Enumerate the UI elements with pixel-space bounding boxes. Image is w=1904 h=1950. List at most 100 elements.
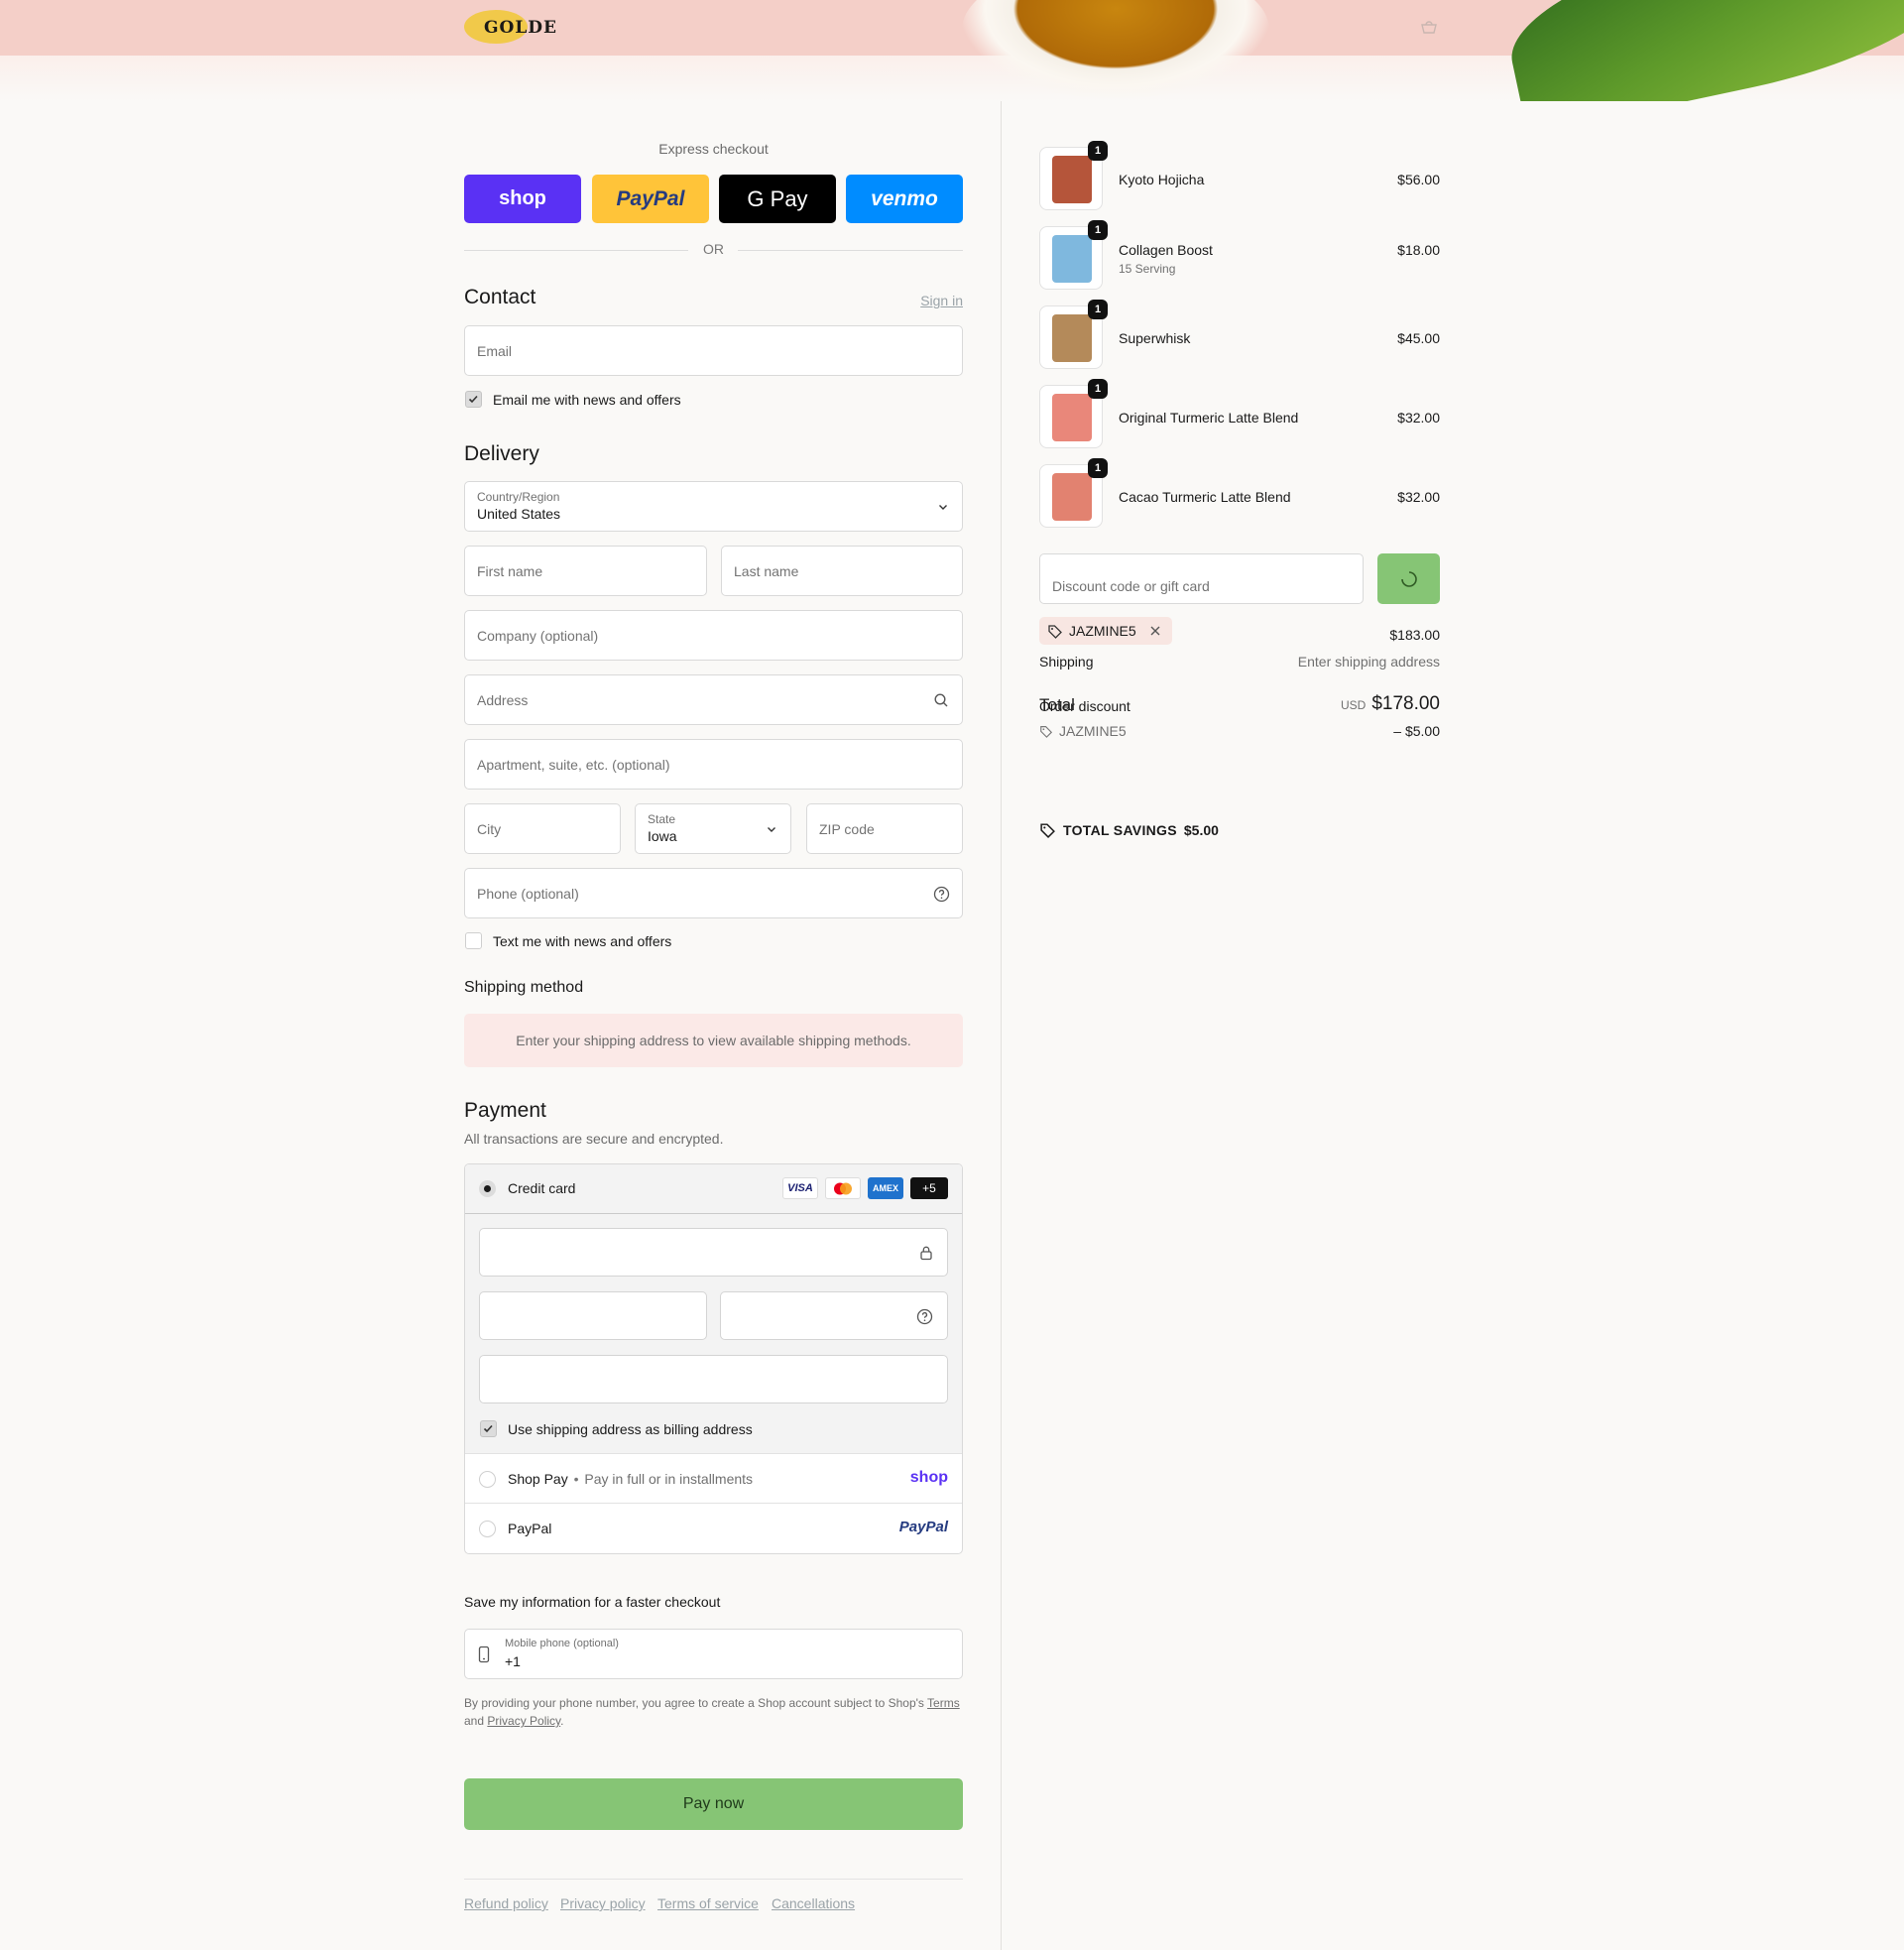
terms-link[interactable]: Terms bbox=[927, 1696, 960, 1710]
city-field[interactable]: City bbox=[464, 803, 621, 854]
venmo-button[interactable]: venmo bbox=[846, 175, 963, 223]
card-number-field[interactable] bbox=[479, 1228, 948, 1277]
country-select[interactable]: Country/Region United States bbox=[464, 481, 963, 532]
item-name: Original Turmeric Latte Blend bbox=[1119, 410, 1299, 426]
logo[interactable]: GOLDE bbox=[464, 10, 573, 46]
credit-card-option[interactable]: Credit card VISA AMEX +5 bbox=[465, 1164, 962, 1214]
item-name: Superwhisk bbox=[1119, 330, 1191, 346]
security-code-field[interactable] bbox=[720, 1291, 948, 1340]
footer-divider bbox=[464, 1879, 963, 1880]
mobile-phone-field[interactable]: Mobile phone (optional) +1 bbox=[464, 1629, 963, 1679]
column-divider bbox=[1001, 101, 1002, 1950]
lock-icon bbox=[920, 1246, 932, 1261]
shop-pay-radio[interactable] bbox=[479, 1471, 496, 1488]
paypal-radio[interactable] bbox=[479, 1521, 496, 1537]
shop-pay-logo: shop bbox=[909, 1469, 948, 1486]
check-icon bbox=[468, 395, 478, 404]
legal-text-part-1: By providing your phone number, you agre… bbox=[464, 1696, 924, 1710]
name-on-card-field[interactable] bbox=[479, 1355, 948, 1403]
total-savings-value: $5.00 bbox=[1183, 821, 1219, 838]
paypal-button[interactable]: PayPal bbox=[592, 175, 709, 223]
zip-field[interactable]: ZIP code bbox=[806, 803, 963, 854]
cancellations-link[interactable]: Cancellations bbox=[772, 1895, 855, 1911]
payment-methods: Credit card VISA AMEX +5 Use shipping ad… bbox=[464, 1163, 963, 1554]
credit-card-radio[interactable] bbox=[479, 1180, 496, 1197]
help-icon[interactable] bbox=[933, 886, 950, 903]
product-image bbox=[1052, 235, 1092, 283]
item-price: $32.00 bbox=[1397, 489, 1440, 505]
sms-checkbox[interactable] bbox=[465, 932, 482, 949]
or-divider: OR bbox=[464, 240, 963, 260]
mastercard-icon bbox=[825, 1177, 861, 1199]
first-name-field[interactable]: First name bbox=[464, 546, 707, 596]
help-icon[interactable] bbox=[916, 1308, 933, 1325]
company-placeholder: Company (optional) bbox=[477, 628, 599, 644]
phone-placeholder: Phone (optional) bbox=[477, 886, 579, 902]
venmo-label: venmo bbox=[871, 186, 938, 210]
line-item: 1 Collagen Boost 15 Serving $18.00 bbox=[1039, 220, 1440, 292]
paypal-label: PayPal bbox=[616, 186, 685, 210]
total-savings: TOTAL SAVINGS $5.00 bbox=[1039, 821, 1219, 838]
paypal-option[interactable]: PayPal PayPal bbox=[465, 1504, 962, 1553]
apply-discount-button[interactable] bbox=[1377, 553, 1440, 604]
sign-in-link[interactable]: Sign in bbox=[920, 293, 963, 308]
refund-policy-link[interactable]: Refund policy bbox=[464, 1895, 548, 1911]
remove-discount-icon[interactable] bbox=[1148, 624, 1162, 638]
shop-pay-button[interactable]: shop bbox=[464, 175, 581, 223]
contact-heading: Contact bbox=[464, 286, 536, 308]
item-price: $18.00 bbox=[1397, 242, 1440, 258]
apartment-field[interactable]: Apartment, suite, etc. (optional) bbox=[464, 739, 963, 790]
pay-now-label: Pay now bbox=[682, 1795, 745, 1812]
expiration-field[interactable] bbox=[479, 1291, 707, 1340]
last-name-field[interactable]: Last name bbox=[721, 546, 963, 596]
cart-icon[interactable] bbox=[1420, 20, 1438, 34]
shop-legal-text: By providing your phone number, you agre… bbox=[464, 1694, 963, 1730]
email-field[interactable]: Email bbox=[464, 325, 963, 376]
state-label: State bbox=[648, 812, 676, 826]
line-item: 1 Superwhisk $45.00 bbox=[1039, 300, 1440, 371]
zip-placeholder: ZIP code bbox=[819, 821, 875, 837]
shop-pay-option[interactable]: Shop Pay • Pay in full or in installment… bbox=[465, 1454, 962, 1504]
country-label: Country/Region bbox=[477, 490, 560, 504]
google-pay-button[interactable]: G Pay bbox=[719, 175, 836, 223]
line-item: 1 Kyoto Hojicha $56.00 bbox=[1039, 141, 1440, 212]
newsletter-checkbox[interactable] bbox=[465, 391, 482, 408]
address-field[interactable]: Address bbox=[464, 674, 963, 725]
line-item: 1 Cacao Turmeric Latte Blend $32.00 bbox=[1039, 458, 1440, 530]
billing-same-label: Use shipping address as billing address bbox=[508, 1421, 753, 1437]
address-placeholder: Address bbox=[477, 692, 529, 708]
discount-code-field[interactable]: Discount code or gift card bbox=[1039, 553, 1364, 604]
card-details-area: Use shipping address as billing address bbox=[465, 1214, 962, 1454]
last-name-placeholder: Last name bbox=[734, 563, 799, 579]
line-item: 1 Original Turmeric Latte Blend $32.00 bbox=[1039, 379, 1440, 450]
logo-text: GOLDE bbox=[484, 18, 557, 38]
pay-now-button[interactable]: Pay now bbox=[464, 1778, 963, 1830]
item-variant: 15 Serving bbox=[1119, 262, 1176, 276]
item-price: $32.00 bbox=[1397, 410, 1440, 426]
apartment-placeholder: Apartment, suite, etc. (optional) bbox=[477, 757, 670, 773]
city-placeholder: City bbox=[477, 821, 502, 837]
phone-field[interactable]: Phone (optional) bbox=[464, 868, 963, 918]
product-image bbox=[1052, 314, 1092, 362]
total-value: $178.00 bbox=[1371, 693, 1440, 714]
company-field[interactable]: Company (optional) bbox=[464, 610, 963, 661]
discount-value: – $5.00 bbox=[1393, 723, 1440, 739]
total-currency: USD bbox=[1340, 698, 1367, 712]
paypal-logo: PayPal bbox=[898, 1519, 948, 1535]
google-pay-label: G Pay bbox=[747, 185, 808, 211]
state-select[interactable]: State Iowa bbox=[635, 803, 791, 854]
terms-of-service-link[interactable]: Terms of service bbox=[657, 1895, 759, 1911]
privacy-policy-link[interactable]: Privacy policy bbox=[560, 1895, 646, 1911]
shipping-label: Shipping bbox=[1039, 654, 1094, 670]
save-info-heading: Save my information for a faster checkou… bbox=[464, 1594, 721, 1610]
legal-and: and bbox=[464, 1714, 485, 1728]
newsletter-label: Email me with news and offers bbox=[493, 392, 681, 408]
billing-same-checkbox[interactable] bbox=[480, 1420, 497, 1437]
applied-discount-row: JAZMINE5 bbox=[1039, 723, 1127, 739]
tag-icon bbox=[1040, 726, 1053, 738]
chevron-down-icon bbox=[939, 505, 947, 510]
shipping-method-heading: Shipping method bbox=[464, 979, 584, 996]
quantity-badge: 1 bbox=[1088, 300, 1108, 319]
check-icon bbox=[483, 1424, 493, 1433]
privacy-link[interactable]: Privacy Policy bbox=[487, 1714, 560, 1728]
